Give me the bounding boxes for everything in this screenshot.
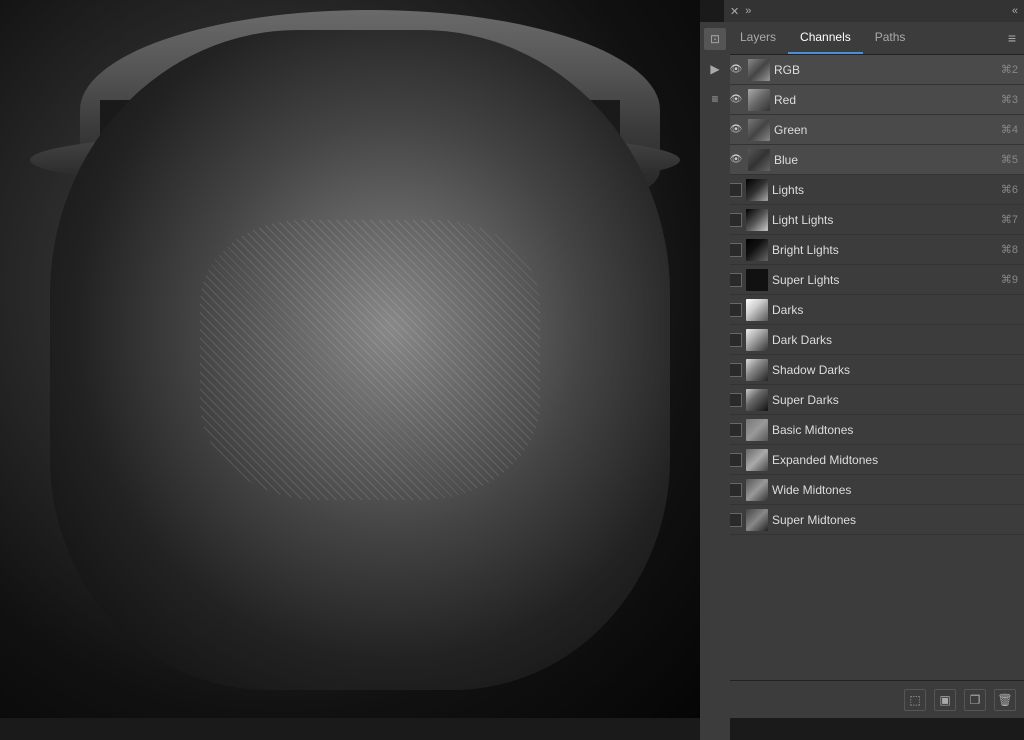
tab-layers[interactable]: Layers <box>728 22 788 54</box>
channel-name-light-lights: Light Lights <box>772 213 997 227</box>
visibility-checkbox-super-midtones[interactable] <box>728 513 742 527</box>
visibility-checkbox-basic-midtones[interactable] <box>728 423 742 437</box>
channel-name-rgb: RGB <box>774 63 997 77</box>
channel-name-wide-midtones: Wide Midtones <box>772 483 1018 497</box>
channel-thumb-super-lights <box>746 269 768 291</box>
channel-row-bright-lights[interactable]: Bright Lights ⌘8 <box>724 235 1024 265</box>
bottom-toolbar: ⬚ ▣ ❐ 🗑 <box>724 680 1024 718</box>
channel-thumb-super-darks <box>746 389 768 411</box>
channel-name-expanded-mid: Expanded Midtones <box>772 453 1018 467</box>
collapse-icon[interactable]: « <box>1012 5 1018 17</box>
channel-name-shadow-darks: Shadow Darks <box>772 363 1018 377</box>
channel-thumb-expanded-mid <box>746 449 768 471</box>
channel-name-lights: Lights <box>772 183 997 197</box>
channel-thumb-shadow-darks <box>746 359 768 381</box>
channel-row-shadow-darks[interactable]: Shadow Darks <box>724 355 1024 385</box>
save-selection-button[interactable]: ▣ <box>934 689 956 711</box>
channel-row-super-midtones[interactable]: Super Midtones <box>724 505 1024 535</box>
visibility-checkbox-super-lights[interactable] <box>728 273 742 287</box>
channel-thumb-darks <box>746 299 768 321</box>
play-sidebar-icon[interactable]: ▶ <box>704 58 726 80</box>
visibility-checkbox-wide-midtones[interactable] <box>728 483 742 497</box>
visibility-eye-green[interactable]: 👁 <box>728 122 744 138</box>
panel-topbar: ✕ » « <box>724 0 1024 22</box>
visibility-checkbox-expanded-mid[interactable] <box>728 453 742 467</box>
layers-sidebar-icon[interactable]: ≡ <box>704 88 726 110</box>
channel-row-green[interactable]: 👁 Green ⌘4 <box>724 115 1024 145</box>
channel-row-lights[interactable]: Lights ⌘6 <box>724 175 1024 205</box>
expand-icon[interactable]: » <box>745 5 751 17</box>
channels-panel: ✕ » « Layers Channels Paths ≡ 👁 RGB ⌘2 👁 Red… <box>724 0 1024 718</box>
channel-row-rgb[interactable]: 👁 RGB ⌘2 <box>724 55 1024 85</box>
visibility-checkbox-dark-darks[interactable] <box>728 333 742 347</box>
channel-name-darks: Darks <box>772 303 1018 317</box>
channel-shortcut-lights: ⌘6 <box>1001 183 1018 196</box>
channel-name-red: Red <box>774 93 997 107</box>
duplicate-channel-button[interactable]: ❐ <box>964 689 986 711</box>
channel-thumb-green <box>748 119 770 141</box>
channel-thumb-lights <box>746 179 768 201</box>
visibility-checkbox-lights[interactable] <box>728 183 742 197</box>
channel-thumb-light-lights <box>746 209 768 231</box>
photo-background <box>0 0 700 718</box>
channel-thumb-wide-midtones <box>746 479 768 501</box>
channel-name-green: Green <box>774 123 997 137</box>
channel-row-red[interactable]: 👁 Red ⌘3 <box>724 85 1024 115</box>
panel-menu-icon[interactable]: ≡ <box>1004 26 1020 50</box>
channel-name-super-lights: Super Lights <box>772 273 997 287</box>
channel-thumb-basic-midtones <box>746 419 768 441</box>
selection-hatching <box>200 220 540 500</box>
channel-row-wide-midtones[interactable]: Wide Midtones <box>724 475 1024 505</box>
channel-thumb-dark-darks <box>746 329 768 351</box>
channel-thumb-red <box>748 89 770 111</box>
channel-thumb-super-midtones <box>746 509 768 531</box>
channel-name-bright-lights: Bright Lights <box>772 243 997 257</box>
channel-row-expanded-mid[interactable]: Expanded Midtones <box>724 445 1024 475</box>
panel-tabs: Layers Channels Paths ≡ <box>724 22 1024 55</box>
delete-channel-button[interactable]: 🗑 <box>994 689 1016 711</box>
channel-row-darks[interactable]: Darks <box>724 295 1024 325</box>
visibility-eye-rgb[interactable]: 👁 <box>728 62 744 78</box>
visibility-eye-red[interactable]: 👁 <box>728 92 744 108</box>
selection-button[interactable]: ⬚ <box>904 689 926 711</box>
channel-thumb-blue <box>748 149 770 171</box>
channel-shortcut-light-lights: ⌘7 <box>1001 213 1018 226</box>
channel-name-super-midtones: Super Midtones <box>772 513 1018 527</box>
channel-row-basic-midtones[interactable]: Basic Midtones <box>724 415 1024 445</box>
visibility-checkbox-darks[interactable] <box>728 303 742 317</box>
channel-name-dark-darks: Dark Darks <box>772 333 1018 347</box>
channel-shortcut-blue: ⌘5 <box>1001 153 1018 166</box>
channel-thumb-rgb <box>748 59 770 81</box>
channel-row-super-darks[interactable]: Super Darks <box>724 385 1024 415</box>
channels-list[interactable]: 👁RGB⌘2👁Red⌘3👁Green⌘4👁Blue⌘5Lights⌘6Light… <box>724 55 1024 680</box>
channel-shortcut-bright-lights: ⌘8 <box>1001 243 1018 256</box>
channel-row-blue[interactable]: 👁 Blue ⌘5 <box>724 145 1024 175</box>
channel-shortcut-rgb: ⌘2 <box>1001 63 1018 76</box>
channel-name-basic-midtones: Basic Midtones <box>772 423 1018 437</box>
tab-paths[interactable]: Paths <box>863 22 918 54</box>
channel-thumb-bright-lights <box>746 239 768 261</box>
sidebar-icons: ⊡ ▶ ≡ <box>700 22 730 740</box>
channel-name-blue: Blue <box>774 153 997 167</box>
channel-row-super-lights[interactable]: Super Lights ⌘9 <box>724 265 1024 295</box>
channel-shortcut-red: ⌘3 <box>1001 93 1018 106</box>
channel-shortcut-green: ⌘4 <box>1001 123 1018 136</box>
channel-shortcut-super-lights: ⌘9 <box>1001 273 1018 286</box>
visibility-checkbox-bright-lights[interactable] <box>728 243 742 257</box>
visibility-checkbox-light-lights[interactable] <box>728 213 742 227</box>
visibility-checkbox-shadow-darks[interactable] <box>728 363 742 377</box>
channel-row-light-lights[interactable]: Light Lights ⌘7 <box>724 205 1024 235</box>
channels-sidebar-icon[interactable]: ⊡ <box>704 28 726 50</box>
tab-channels[interactable]: Channels <box>788 22 863 54</box>
channel-row-dark-darks[interactable]: Dark Darks <box>724 325 1024 355</box>
visibility-checkbox-super-darks[interactable] <box>728 393 742 407</box>
close-icon[interactable]: ✕ <box>730 5 739 18</box>
channel-name-super-darks: Super Darks <box>772 393 1018 407</box>
visibility-eye-blue[interactable]: 👁 <box>728 152 744 168</box>
